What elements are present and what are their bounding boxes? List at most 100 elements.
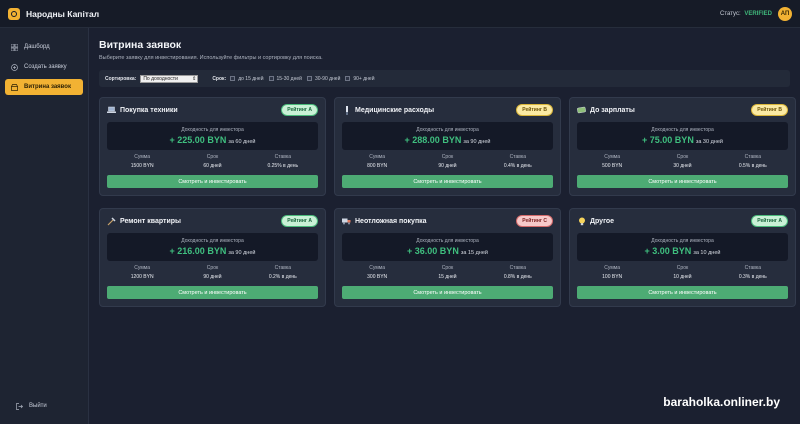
stat-value: 1200 BYN (130, 274, 154, 280)
card-title: Медицинские расходы (355, 106, 435, 114)
status-label: Статус: (720, 10, 741, 17)
sidebar-item-label: Витрина заявок (24, 84, 71, 90)
stat-label: Сумма (604, 265, 621, 271)
avatar[interactable]: АП (778, 6, 792, 21)
yield-box: Доходность для инвестора + 36.00 BYN за 1… (342, 233, 553, 261)
sidebar-item-create-request[interactable]: Создать заявку (5, 59, 83, 75)
rating-badge: Рейтинг A (281, 215, 318, 227)
invest-button[interactable]: Смотреть и инвестировать (577, 286, 788, 299)
brand-name[interactable]: Народны Капітал (26, 9, 99, 19)
yield-label: Доходность для инвестора (181, 127, 244, 133)
invest-button[interactable]: Смотреть и инвестировать (577, 175, 788, 188)
yield-amount: + 3.00 BYN (644, 246, 692, 256)
stat-sum: Сумма 1500 BYN (107, 154, 177, 170)
checkbox[interactable] (345, 76, 351, 81)
yield-box: Доходность для инвестора + 288.00 BYN за … (342, 122, 553, 150)
sort-label: Сортировка: (105, 75, 137, 82)
stat-value: 500 BYN (602, 163, 623, 169)
sidebar-item-label: Дашборд (24, 44, 50, 50)
top-bar: Народны Капітал Статус: VERIFIED АП (0, 0, 800, 28)
yield-amount: + 216.00 BYN (169, 246, 227, 256)
card-header: Медицинские расходы Рейтинг B (342, 104, 553, 116)
card-title: Ремонт квартиры (120, 217, 182, 225)
term-filter-option[interactable]: 30-90 дней (306, 75, 341, 82)
card-stats: Сумма 500 BYN Срок 30 дней Ставка 0.5% в де… (577, 154, 788, 170)
yield-value: + 288.00 BYN за 90 дней (342, 135, 553, 145)
filter-bar: Сортировка: По доходности ⇕ Срок: до 15 … (99, 70, 790, 87)
stat-value: 0.2% в день (268, 274, 297, 280)
stat-term: Срок 30 дней (647, 154, 717, 170)
checkbox[interactable] (230, 76, 236, 81)
yield-label: Доходность для инвестора (651, 238, 714, 244)
stat-term: Срок 10 дней (647, 265, 717, 281)
stat-value: 100 BYN (602, 274, 623, 280)
yield-value: + 3.00 BYN за 10 дней (577, 246, 788, 256)
yield-label: Доходность для инвестора (416, 238, 479, 244)
truck-icon (342, 217, 351, 226)
card-header: Ремонт квартиры Рейтинг A (107, 215, 318, 227)
invest-button[interactable]: Смотреть и инвестировать (107, 286, 318, 299)
storefront-icon (11, 83, 18, 91)
lightbulb-icon (577, 217, 586, 226)
card-title: Покупка техники (120, 106, 178, 114)
stat-label: Сумма (369, 154, 386, 160)
yield-term: за 15 дней (460, 250, 488, 256)
yield-term: за 90 дней (228, 250, 256, 256)
stat-rate: Ставка 0.3% в день (718, 265, 788, 281)
user-status-area: Статус: VERIFIED АП (720, 6, 792, 21)
term-option-label: до 15 дней (238, 75, 264, 82)
term-option-label: 30-90 дней (314, 75, 341, 82)
verification-status: Статус: VERIFIED (720, 11, 772, 17)
stat-label: Ставка (274, 154, 291, 160)
stat-label: Ставка (509, 265, 526, 271)
card-title: Неотложная покупка (355, 217, 427, 225)
logout-label: Выйти (29, 403, 47, 409)
laptop-icon (107, 106, 116, 115)
yield-term: за 60 дней (228, 139, 256, 145)
checkbox[interactable] (306, 76, 312, 81)
stat-label: Ставка (744, 265, 761, 271)
rating-badge: Рейтинг B (751, 104, 788, 116)
card-header: До зарплаты Рейтинг B (577, 104, 788, 116)
stat-value: 0.5% в день (738, 163, 767, 169)
yield-amount: + 36.00 BYN (407, 246, 459, 256)
card-stats: Сумма 1500 BYN Срок 60 дней Ставка 0.25% в … (107, 154, 318, 170)
checkbox[interactable] (268, 76, 274, 81)
stat-value: 90 дней (438, 163, 457, 169)
plus-circle-icon (11, 63, 18, 71)
stat-value: 0.8% в день (503, 274, 532, 280)
stat-label: Срок (441, 154, 454, 160)
status-badge: VERIFIED (744, 10, 772, 17)
card-stats: Сумма 800 BYN Срок 90 дней Ставка 0.4% в де… (342, 154, 553, 170)
invest-button[interactable]: Смотреть и инвестировать (342, 175, 553, 188)
term-option-label: 90+ дней (353, 75, 375, 82)
rating-badge: Рейтинг B (516, 104, 553, 116)
main-content: Витрина заявок Выберите заявку для инвес… (89, 28, 800, 424)
logout-button[interactable]: Выйти (10, 398, 89, 414)
stat-rate: Ставка 0.8% в день (483, 265, 553, 281)
stat-sum: Сумма 300 BYN (342, 265, 412, 281)
stat-label: Срок (441, 265, 454, 271)
watermark: baraholka.onliner.by (663, 395, 780, 409)
term-filter-label: Срок: (212, 75, 227, 82)
sidebar-item-dashboard[interactable]: Дашборд (5, 39, 83, 55)
invest-button[interactable]: Смотреть и инвестировать (107, 175, 318, 188)
stat-label: Срок (676, 154, 689, 160)
medical-icon (342, 105, 351, 115)
sort-select-value: По доходности (143, 75, 178, 82)
request-card: Неотложная покупка Рейтинг C Доходность … (334, 208, 561, 307)
term-filter-option[interactable]: 90+ дней (345, 75, 375, 82)
yield-box: Доходность для инвестора + 75.00 BYN за 3… (577, 122, 788, 150)
invest-button[interactable]: Смотреть и инвестировать (342, 286, 553, 299)
sort-select[interactable]: По доходности ⇕ (140, 74, 199, 83)
yield-box: Доходность для инвестора + 3.00 BYN за 10… (577, 233, 788, 261)
stat-value: 300 BYN (367, 274, 388, 280)
term-filter-option[interactable]: 15-30 дней (268, 76, 302, 82)
sidebar-item-showcase[interactable]: Витрина заявок (5, 79, 83, 95)
stat-label: Сумма (369, 265, 386, 271)
request-card: Покупка техники Рейтинг A Доходность для… (99, 97, 326, 196)
stat-value: 0.3% в день (738, 274, 767, 280)
term-filter-option[interactable]: до 15 дней (230, 75, 264, 82)
stat-term: Срок 90 дней (177, 265, 247, 281)
stat-value: 30 дней (673, 163, 692, 169)
